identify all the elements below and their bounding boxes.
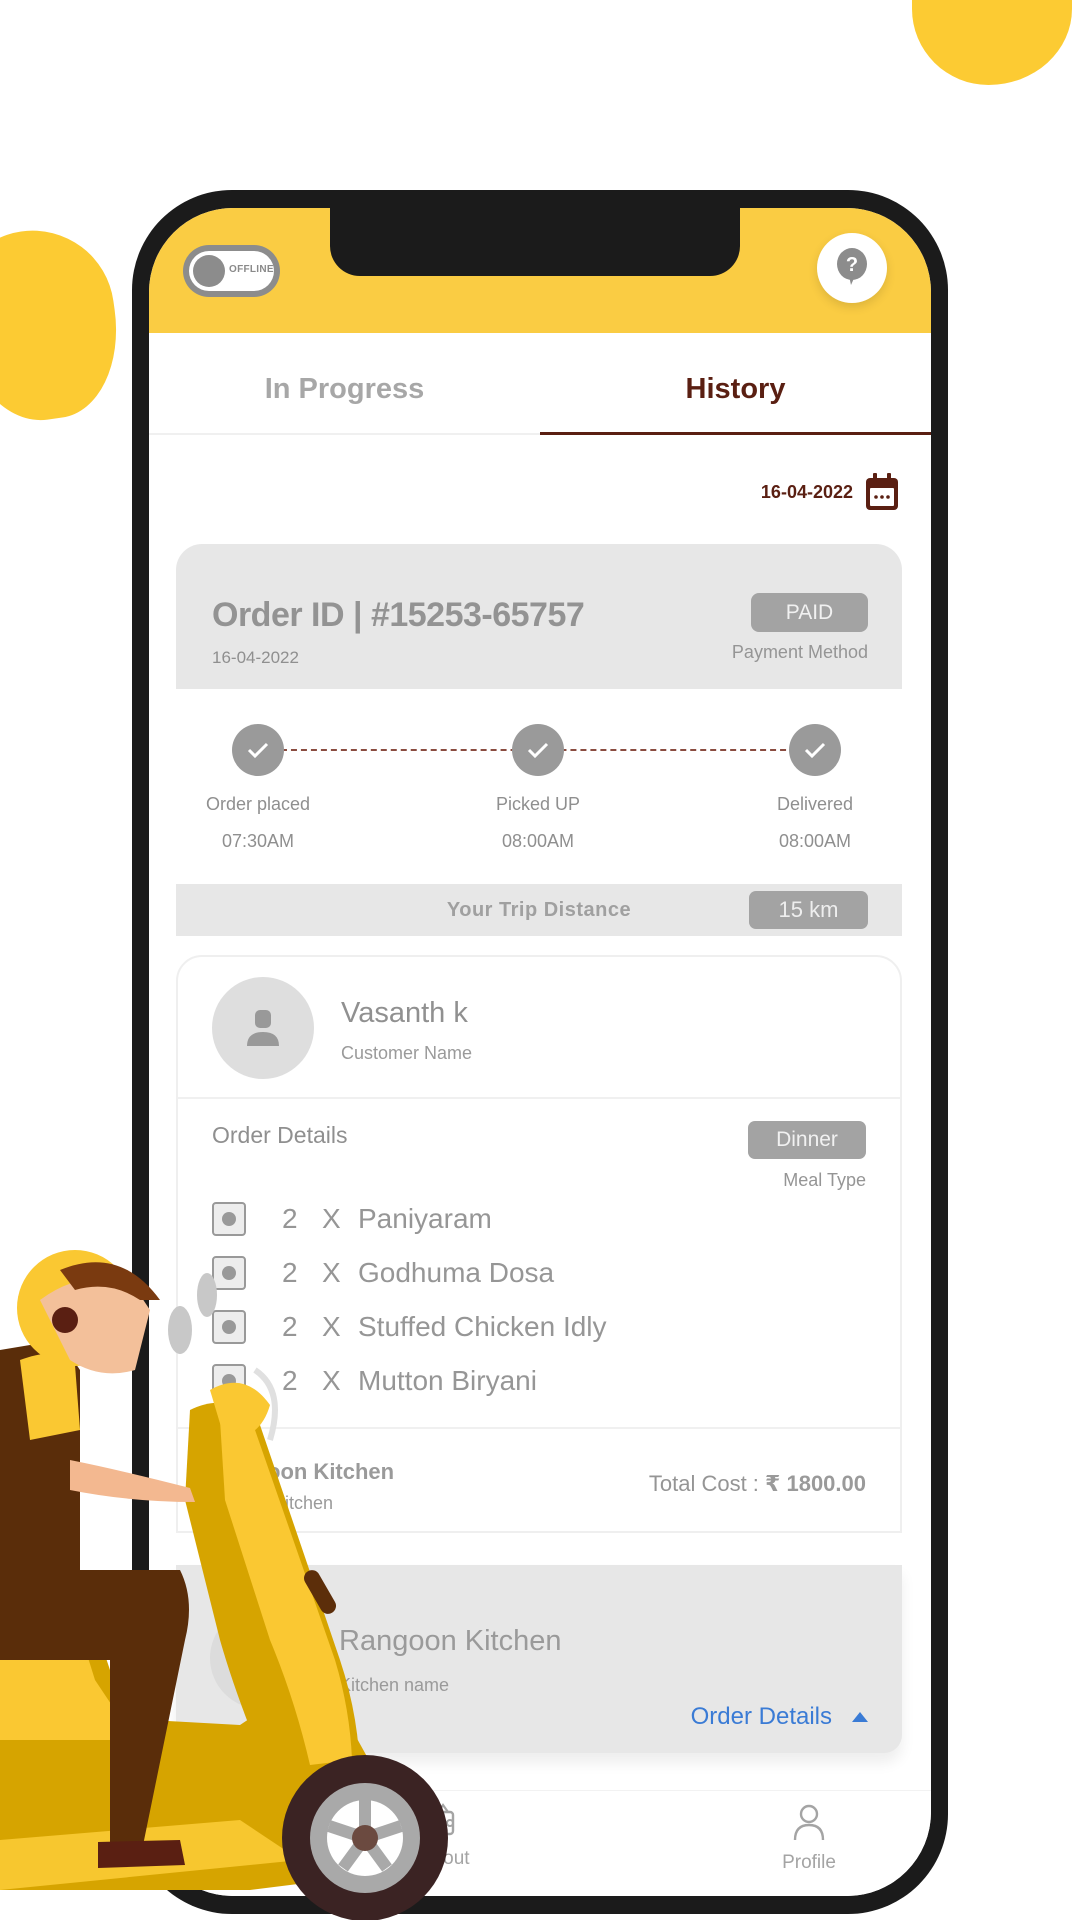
payment-method-caption: Payment Method [731,642,868,662]
order-id: Order ID | #15253-65757 [212,596,585,634]
order-date: 16-04-2022 [212,648,299,667]
help-button[interactable]: ? [817,233,887,303]
meal-type-badge: Dinner [748,1121,866,1159]
step-time: 08:00AM [502,831,575,851]
kitchen-total-row: Rangoon Kitchen s From Kitchen Total Cos… [178,1427,900,1533]
order-details-link[interactable]: Order Details [691,1703,832,1731]
toggle-label: OFFLINE [229,264,274,275]
app-header: OFFLINE ? [149,208,931,333]
check-icon [512,724,565,776]
step-order-placed: Order placed 07:30AM [206,724,310,852]
active-tab-indicator [540,432,931,435]
item-quantity: 2 [282,1203,298,1234]
tab-history[interactable]: History [540,373,931,406]
list-item: 2 X Stuffed Chicken Idly [212,1300,607,1354]
trip-distance-bar: Your Trip Distance 15 km [176,884,902,936]
item-name: Godhuma Dosa [358,1257,555,1288]
step-label: Delivered [777,794,854,814]
item-checkbox[interactable] [212,1364,246,1398]
step-delivered: Delivered 08:00AM [777,724,853,852]
total-cost-value: ₹ 1800.00 [765,1471,866,1496]
order-progress-tracker: Order placed 07:30AM Picked UP 08:00AM D… [176,689,902,884]
kitchen-card: Rangoon Kitchen Kitchen name Order Detai… [176,1565,902,1753]
help-chat-icon: ? [837,248,867,285]
kitchen-name: Rangoon Kitchen [212,1459,395,1484]
meal-type-caption: Meal Type [783,1170,866,1190]
item-quantity: 2 [282,1365,298,1396]
decorative-blob-left [0,220,129,430]
kitchen-avatar [210,1607,312,1709]
step-label: Picked UP [496,794,581,814]
item-name: Paniyaram [358,1203,492,1234]
app-screen: OFFLINE ? In Progress History 16-04-2022 [149,208,931,1896]
item-name: Stuffed Chicken Idly [358,1311,607,1342]
nav-home-label: Home [210,1851,264,1872]
nav-profile-label: Profile [782,1852,836,1873]
step-time: 07:30AM [222,831,295,851]
phone-notch [330,208,740,276]
item-multiplier: X [322,1311,341,1342]
item-multiplier: X [322,1257,341,1288]
step-time: 08:00AM [779,831,852,851]
nav-home[interactable]: Home [177,1803,297,1873]
tab-in-progress[interactable]: In Progress [149,373,540,406]
list-item: 2 X Paniyaram [212,1192,607,1246]
payment-status-badge: PAID [751,593,868,632]
trip-distance-value: 15 km [749,891,868,929]
check-icon [232,724,285,776]
item-multiplier: X [322,1365,341,1396]
check-icon [789,724,842,776]
item-multiplier: X [322,1203,341,1234]
toggle-knob [193,255,225,287]
online-status-toggle[interactable]: OFFLINE [183,245,280,297]
total-cost-label: Total Cost : [648,1471,759,1496]
nav-payout-label: Payout [410,1848,470,1869]
order-header: Order ID | #15253-65757 16-04-2022 PAID … [176,544,902,689]
kitchen-card-caption: Kitchen name [339,1675,450,1695]
step-label: Order placed [206,794,311,814]
filter-date: 16-04-2022 [760,481,853,502]
user-icon [247,1010,279,1046]
item-name: Mutton Biryani [358,1365,537,1396]
list-item: 2 X Mutton Biryani [212,1354,607,1408]
customer-row: Vasanth k Customer Name [178,957,900,1099]
kitchen-caption: s From Kitchen [212,1493,334,1513]
order-items-list: 2 X Paniyaram 2 X Godhuma Dosa 2 X Stuff… [212,1192,607,1408]
customer-name: Vasanth k [341,997,468,1029]
nav-profile[interactable]: Profile [749,1803,869,1874]
item-checkbox[interactable] [212,1202,246,1236]
nav-payout[interactable]: Payout [380,1803,500,1870]
order-tabs: In Progress History [149,333,931,435]
date-filter[interactable]: 16-04-2022 [761,473,899,511]
customer-avatar [212,977,314,1079]
bottom-navigation: Home Payout Profile [149,1790,931,1896]
profile-icon [793,1804,825,1841]
item-quantity: 2 [282,1257,298,1288]
list-item: 2 X Godhuma Dosa [212,1246,607,1300]
order-details-toggle[interactable]: Order Details [691,1703,868,1731]
item-checkbox[interactable] [212,1310,246,1344]
item-quantity: 2 [282,1311,298,1342]
phone-frame: OFFLINE ? In Progress History 16-04-2022 [132,190,948,1914]
decorative-blob-top-right [912,0,1072,85]
customer-name-caption: Customer Name [341,1043,473,1063]
calendar-icon[interactable] [865,473,899,511]
caret-up-icon [852,1712,868,1722]
svg-text:?: ? [846,254,858,276]
kitchen-card-name: Rangoon Kitchen [339,1625,562,1657]
order-details-title: Order Details [212,1122,348,1148]
order-summary-card: Order ID | #15253-65757 16-04-2022 PAID … [176,544,902,936]
wallet-icon [423,1803,455,1836]
total-cost: Total Cost : ₹ 1800.00 [649,1471,866,1497]
item-checkbox[interactable] [212,1256,246,1290]
step-picked-up: Picked UP 08:00AM [496,724,580,852]
order-details-card: Vasanth k Customer Name Order Details Di… [176,955,902,1533]
